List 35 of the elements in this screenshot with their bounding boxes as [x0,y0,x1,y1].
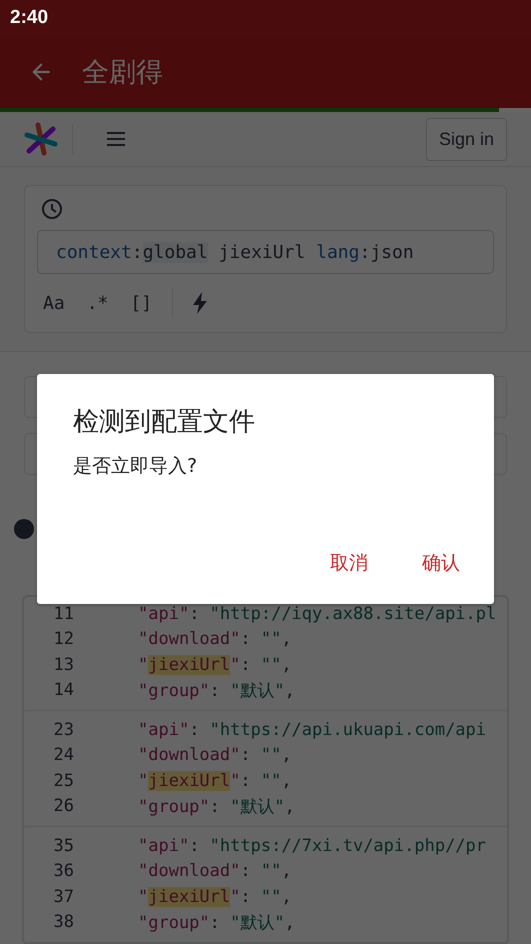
line-number: 13 [52,654,74,675]
search-option-toggle[interactable]: Aa [41,290,67,316]
dialog-title: 检测到配置文件 [73,406,256,439]
search-option-toggle[interactable]: .* [84,290,110,316]
dialog-message: 是否立即导入? [73,454,198,479]
status-time: 2:40 [10,7,48,29]
line-number: 38 [52,912,74,932]
dialog-button[interactable]: 取消 [318,546,380,580]
lightning-icon[interactable] [191,292,210,314]
line-number: 25 [52,770,74,791]
logo-icon[interactable] [24,122,58,156]
line-number: 37 [52,886,74,907]
sign-in-button[interactable]: Sign in [426,118,507,160]
code-line: "api": "https://7xi.tv/api.php//pr [138,836,486,856]
line-number: 11 [52,604,74,624]
code-line: "group": "默认", [138,912,295,934]
toolbar-title: 全剧得 [82,56,163,90]
code-line: "download": "", [138,629,292,650]
code-line: "api": "http://iqy.ax88.site/api.pl [138,604,496,624]
code-line: "api": "https://api.ukuapi.com/api [138,720,486,740]
line-number: 35 [52,836,74,856]
line-number: 23 [52,720,74,740]
search-option-toggle[interactable]: [] [128,290,154,316]
line-number: 12 [52,629,74,650]
dialog-button[interactable]: 确认 [410,546,472,580]
line-number: 14 [52,680,74,700]
code-line: "group": "默认", [138,796,295,818]
clock-icon[interactable] [41,198,63,220]
line-number: 26 [52,796,74,816]
code-line: "download": "", [138,861,292,882]
search-query-field[interactable]: context:global jiexiUrl lang:json [37,230,494,274]
line-number: 36 [52,861,74,882]
line-number: 24 [52,745,74,766]
code-line: "group": "默认", [138,680,295,702]
code-line: "download": "", [138,745,292,766]
